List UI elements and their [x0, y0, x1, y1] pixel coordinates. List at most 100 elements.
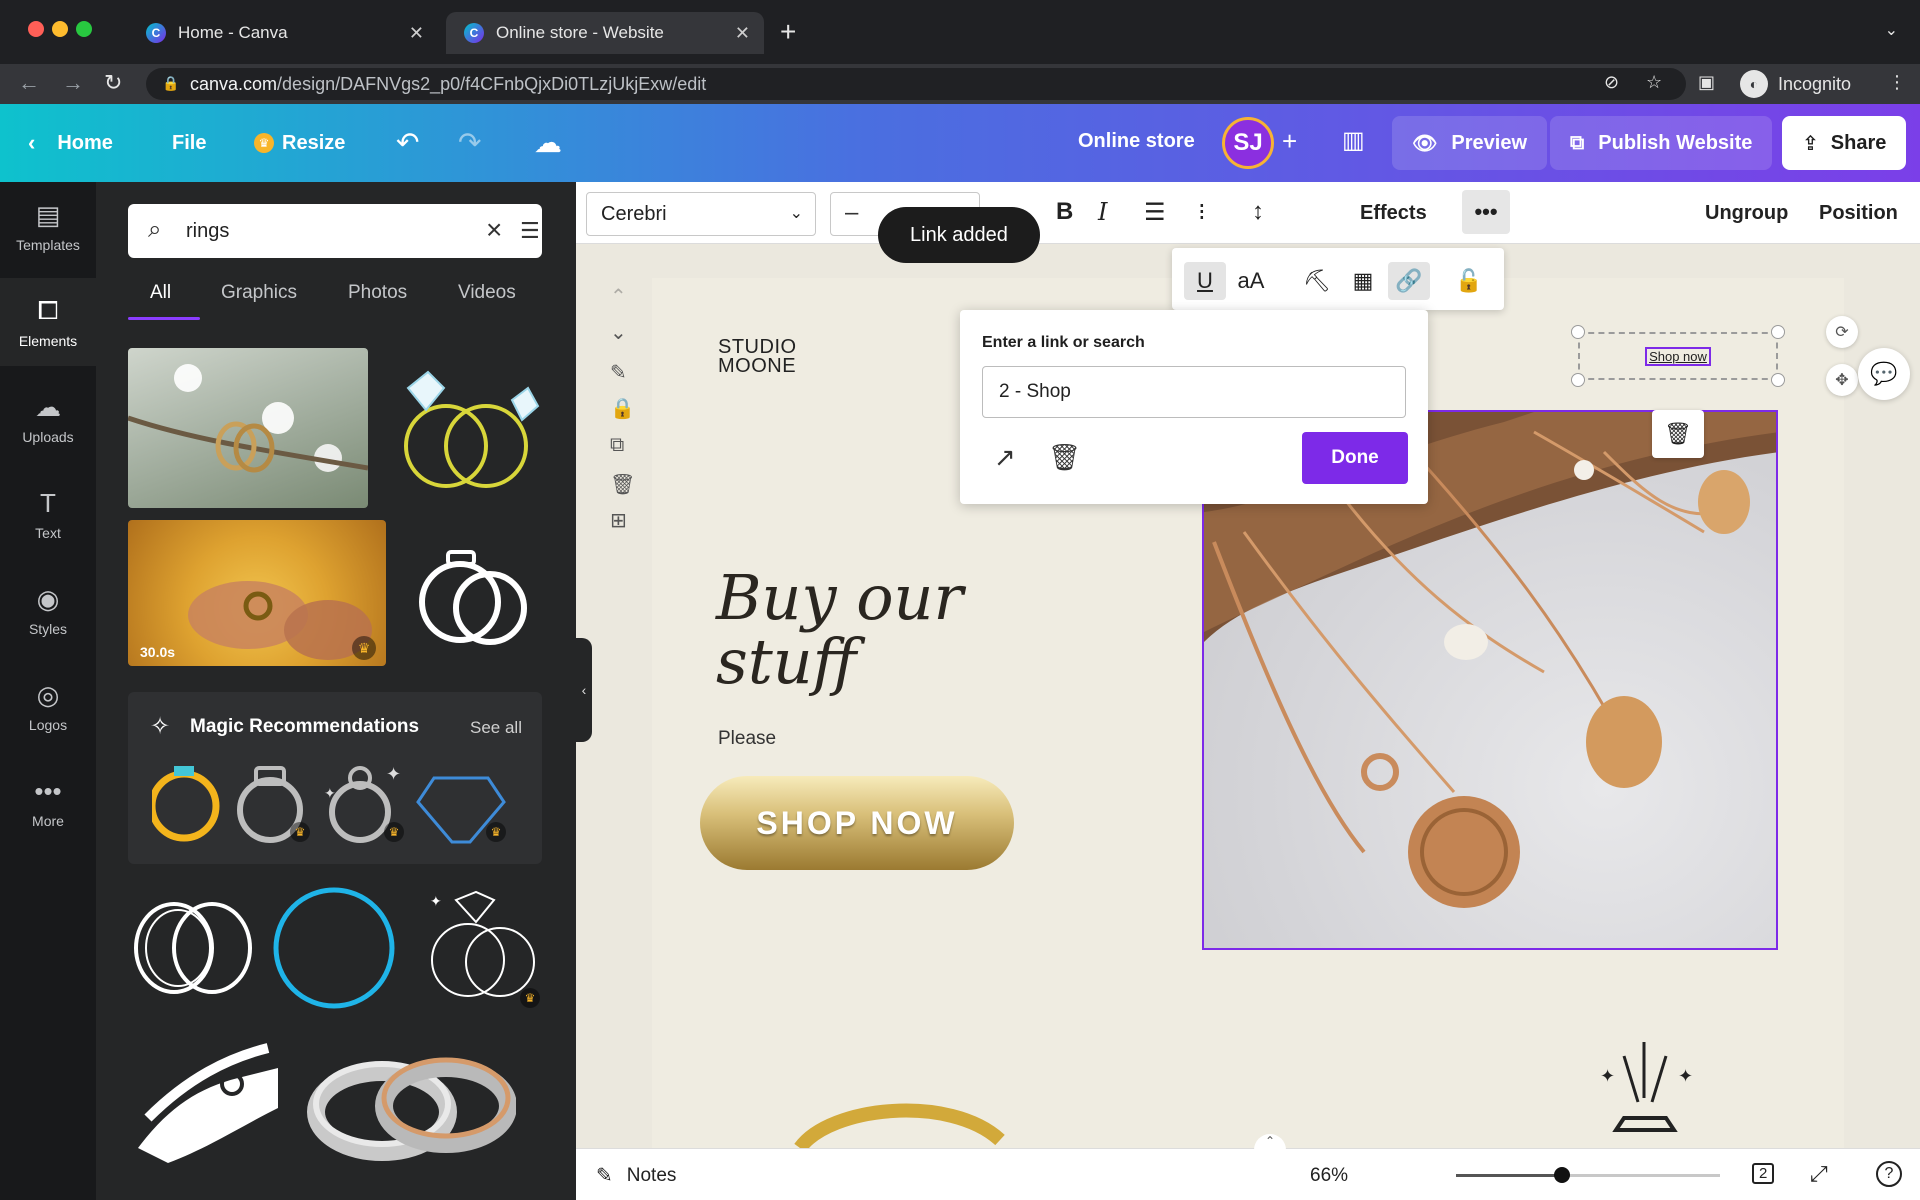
window-minimize-dot[interactable] [52, 21, 68, 37]
design-title[interactable]: Online store [1078, 130, 1195, 153]
link-icon[interactable]: 🔗 [1388, 262, 1430, 300]
ring-photo-blossom[interactable] [128, 348, 368, 508]
rail-item-templates[interactable]: ▤ Templates [0, 182, 96, 270]
fullscreen-icon[interactable]: ⤢ [1810, 1161, 1828, 1187]
browser-tab-home[interactable]: C Home - Canva ✕ [128, 12, 438, 54]
tab-close-icon[interactable]: ✕ [735, 23, 750, 44]
position-button[interactable]: Position [1819, 202, 1898, 225]
link-input[interactable] [982, 366, 1406, 418]
browser-tab-online-store[interactable]: C Online store - Website ✕ [446, 12, 764, 54]
silver-rings-photo[interactable] [306, 1042, 516, 1170]
subtext[interactable]: Please [718, 728, 776, 750]
resize-handle[interactable] [1771, 373, 1785, 387]
side-panel-icon[interactable]: ▣ [1698, 72, 1715, 93]
done-button[interactable]: Done [1302, 432, 1408, 484]
bold-icon[interactable]: B [1056, 198, 1073, 226]
incognito-badge[interactable]: ◐ Incognito [1740, 70, 1851, 98]
remove-link-icon[interactable]: 🗑 [1048, 442, 1081, 473]
rail-item-text[interactable]: T Text [0, 470, 96, 558]
shop-now-graphic-button[interactable]: SHOP NOW [700, 776, 1014, 870]
url-field[interactable]: 🔒 canva.com/design/DAFNVgs2_p0/f4CFnbQjx… [146, 68, 1686, 100]
font-family-select[interactable]: Cerebri ⌄ [586, 192, 816, 236]
rail-item-logos[interactable]: ◎ Logos [0, 662, 96, 750]
page-lock-icon[interactable]: 🔒 [610, 396, 635, 421]
cloud-saved-icon[interactable]: ☁ [534, 126, 562, 159]
ungroup-button[interactable]: Ungroup [1705, 202, 1788, 225]
selected-link-text[interactable]: Shop now [1645, 346, 1711, 366]
resize-handle[interactable] [1571, 325, 1585, 339]
delete-element-icon[interactable]: 🗑 [1652, 410, 1704, 458]
sparkle-ring-box-graphic[interactable]: ✦ ✦ ✦ [1594, 1038, 1714, 1148]
page-count-badge[interactable]: 2 [1752, 1163, 1775, 1184]
hands-ring-sketch-graphic[interactable] [128, 1038, 288, 1170]
insights-chart-icon[interactable]: ▥ [1342, 126, 1365, 155]
page-down-chevron-icon[interactable]: ⌄ [610, 320, 627, 345]
move-icon[interactable]: ✥ [1826, 364, 1858, 396]
tab-search-chevron-icon[interactable]: ⌄ [1885, 20, 1898, 40]
window-zoom-dot[interactable] [76, 21, 92, 37]
text-case-icon[interactable]: aA [1230, 262, 1272, 300]
bulleted-list-icon[interactable]: ⁝ [1198, 198, 1206, 227]
new-tab-icon[interactable]: + [780, 16, 796, 48]
ring-video-clip[interactable]: 30.0s ♛ [128, 520, 386, 666]
selected-text-box[interactable]: Shop now [1578, 332, 1778, 380]
add-comment-icon[interactable]: 💬 [1858, 348, 1910, 400]
effects-button[interactable]: Effects [1360, 202, 1427, 225]
resize-handle[interactable] [1771, 325, 1785, 339]
publish-website-button[interactable]: ⧉ Publish Website [1550, 116, 1773, 170]
tab-graphics[interactable]: Graphics [221, 282, 297, 304]
resize-handle[interactable] [1571, 373, 1585, 387]
duplicate-page-icon[interactable]: ⧉ [610, 434, 624, 457]
notes-button[interactable]: ✎ Notes [596, 1163, 676, 1188]
diamond-rings-graphic[interactable] [388, 358, 542, 498]
avatar[interactable]: SJ [1222, 117, 1274, 169]
zoom-slider-track[interactable] [1456, 1174, 1720, 1177]
add-page-icon[interactable]: ⊞ [610, 508, 627, 533]
add-collaborator-icon[interactable]: + [1282, 126, 1297, 157]
rotate-icon[interactable]: ⟳ [1826, 316, 1858, 348]
file-menu-button[interactable]: File [172, 104, 206, 182]
filter-sliders-icon[interactable]: ☰ [520, 218, 540, 244]
bookmark-star-icon[interactable]: ☆ [1646, 72, 1662, 93]
gold-ring-partial-graphic[interactable] [790, 1100, 1010, 1148]
search-input[interactable] [186, 216, 446, 246]
home-button[interactable]: ‹ Home [28, 104, 113, 182]
reload-icon[interactable]: ↻ [104, 70, 122, 96]
headline-text[interactable]: Buy our stuff [716, 566, 963, 694]
clear-search-icon[interactable]: × [486, 214, 502, 246]
rail-item-styles[interactable]: ◉ Styles [0, 566, 96, 654]
decrease-size-icon[interactable]: – [845, 199, 858, 227]
redo-icon[interactable]: ↷ [458, 126, 481, 159]
collapse-panel-chevron-icon[interactable]: ‹ [576, 638, 592, 742]
sketch-rings-graphic[interactable] [128, 884, 258, 1010]
tab-all[interactable]: All [150, 282, 171, 304]
window-close-dot[interactable] [28, 21, 44, 37]
align-center-icon[interactable]: ☰ [1144, 198, 1166, 227]
back-icon[interactable]: ← [18, 70, 40, 96]
see-all-link[interactable]: See all [470, 718, 522, 738]
rail-item-uploads[interactable]: ☁ Uploads [0, 374, 96, 462]
tab-videos[interactable]: Videos [458, 282, 516, 304]
resize-button[interactable]: ♛ Resize [254, 104, 345, 182]
undo-icon[interactable]: ↶ [396, 126, 419, 159]
help-icon[interactable]: ? [1876, 1161, 1902, 1187]
open-link-icon[interactable]: ↗ [994, 442, 1016, 473]
italic-icon[interactable]: I [1098, 198, 1107, 226]
paint-format-icon[interactable]: ⛏ [1296, 262, 1338, 300]
blue-circle-ring-graphic[interactable] [272, 886, 396, 1010]
transparency-icon[interactable]: ▦ [1342, 262, 1384, 300]
zoom-level[interactable]: 66% [1310, 1165, 1348, 1187]
brand-logo-text[interactable]: STUDIO MOONE [718, 337, 797, 376]
more-options-icon[interactable]: ••• [1462, 190, 1510, 234]
share-button[interactable]: ⇪ Share [1782, 116, 1907, 170]
rail-item-more[interactable]: ••• More [0, 758, 96, 846]
outline-rings-graphic[interactable] [406, 520, 542, 666]
tab-photos[interactable]: Photos [348, 282, 407, 304]
browser-menu-icon[interactable]: ⋮ [1888, 72, 1906, 93]
diamond-line-rings-graphic[interactable]: ✦ ♛ [416, 882, 542, 1012]
forward-icon[interactable]: → [62, 70, 84, 96]
preview-button[interactable]: 👁 Preview [1392, 116, 1547, 170]
underline-icon[interactable]: U [1184, 262, 1226, 300]
eye-off-icon[interactable]: ⊘ [1604, 72, 1619, 93]
zoom-slider-knob[interactable] [1553, 1167, 1570, 1183]
